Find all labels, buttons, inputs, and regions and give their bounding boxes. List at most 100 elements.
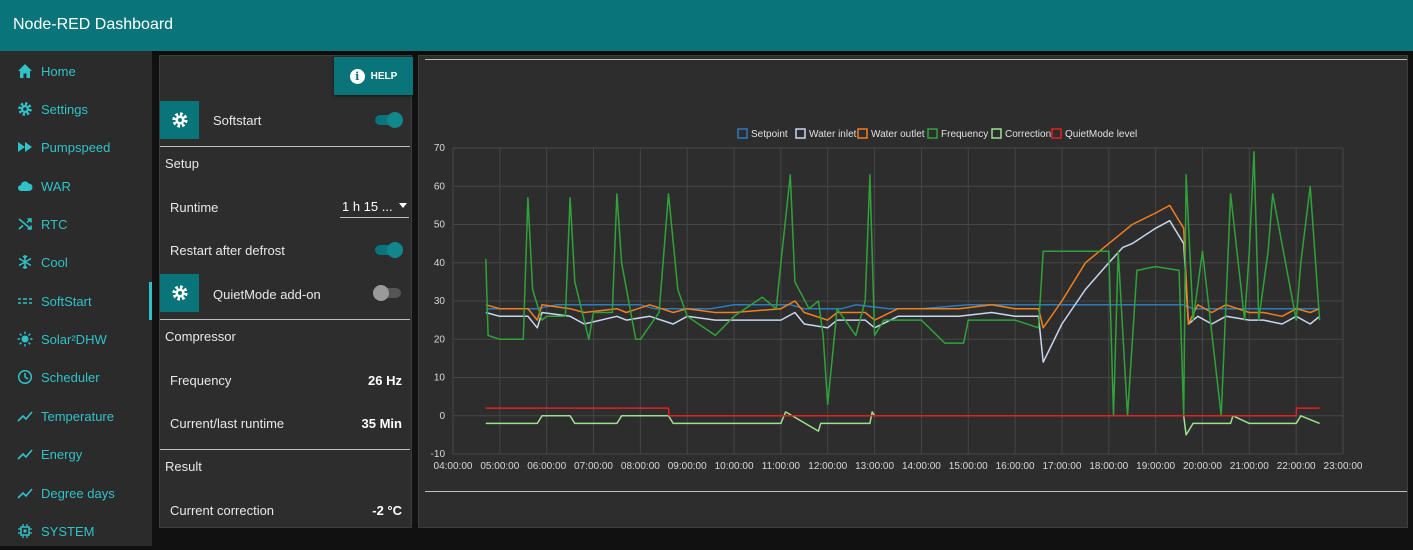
legend-swatch xyxy=(927,128,938,139)
top-bar: Node-RED Dashboard xyxy=(0,0,1413,51)
snowflake-icon xyxy=(16,253,34,271)
sidebar-item-label: Home xyxy=(41,63,76,79)
x-tick-label: 15:00:00 xyxy=(949,461,988,472)
sidebar-item-label: Pumpspeed xyxy=(41,139,111,155)
y-tick-label: 30 xyxy=(434,296,446,307)
x-tick-label: 21:00:00 xyxy=(1230,461,1269,472)
result-heading: Result xyxy=(165,459,202,474)
x-tick-label: 10:00:00 xyxy=(715,461,754,472)
x-tick-label: 09:00:00 xyxy=(668,461,707,472)
quietmode-settings-button[interactable] xyxy=(160,274,199,312)
shuffle-icon xyxy=(16,215,34,233)
x-tick-label: 11:00:00 xyxy=(762,461,801,472)
runtime-select[interactable]: 1 h 15 ... xyxy=(340,198,409,218)
divider xyxy=(425,59,1407,60)
sidebar-item-softstart[interactable]: SoftStart xyxy=(0,282,152,320)
softstart-panel: i HELP Softstart Setup Runtime 1 h 15 ..… xyxy=(159,55,413,528)
legend-swatch xyxy=(1051,128,1062,139)
legend-swatch xyxy=(795,128,806,139)
legend-label: Setpoint xyxy=(751,129,788,140)
x-tick-label: 20:00:00 xyxy=(1183,461,1222,472)
x-tick-label: 19:00:00 xyxy=(1136,461,1175,472)
sidebar-item-label: SoftStart xyxy=(41,293,92,309)
sidebar-item-scheduler[interactable]: Scheduler xyxy=(0,358,152,396)
x-tick-label: 05:00:00 xyxy=(480,461,519,472)
chip-icon xyxy=(16,522,34,540)
x-tick-label: 17:00:00 xyxy=(1042,461,1081,472)
x-tick-label: 12:00:00 xyxy=(808,461,847,472)
x-tick-label: 04:00:00 xyxy=(434,461,473,472)
sidebar-item-label: Temperature xyxy=(41,408,114,424)
legend-swatch xyxy=(857,128,868,139)
legend-label: Frequency xyxy=(941,129,988,140)
sidebar-item-solar-dhw[interactable]: Solar²DHW xyxy=(0,320,152,358)
series-line-water-inlet xyxy=(485,219,1321,363)
series-line-quietmode-level xyxy=(485,407,1320,417)
sidebar-item-system[interactable]: SYSTEM xyxy=(0,512,152,550)
x-tick-label: 16:00:00 xyxy=(996,461,1035,472)
gear-icon xyxy=(171,112,188,128)
sidebar-item-rtc[interactable]: RTC xyxy=(0,205,152,243)
current-correction-value: -2 °C xyxy=(372,503,402,518)
softstart-label: Softstart xyxy=(213,113,262,128)
divider xyxy=(160,449,410,450)
sidebar-item-settings[interactable]: Settings xyxy=(0,90,152,128)
sidebar-item-cool[interactable]: Cool xyxy=(0,243,152,281)
home-icon xyxy=(16,62,34,80)
sun-icon xyxy=(16,330,34,348)
legend-label: Water outlet xyxy=(871,129,925,140)
y-tick-label: 60 xyxy=(434,181,446,192)
sidebar: Home Settings Pumpspeed WAR RTC Cool Sof… xyxy=(0,51,152,546)
help-button[interactable]: i HELP xyxy=(334,57,413,95)
quietmode-toggle[interactable] xyxy=(373,285,403,301)
y-tick-label: 40 xyxy=(434,258,446,269)
softstart-toggle[interactable] xyxy=(373,112,403,128)
y-tick-label: 50 xyxy=(434,220,446,231)
sidebar-item-label: RTC xyxy=(41,216,68,232)
x-tick-label: 08:00:00 xyxy=(621,461,660,472)
current-last-runtime-label: Current/last runtime xyxy=(170,416,285,431)
line-chart: -10 0 10 20 30 40 50 60 70 04:00:00 05:00:00 06:00:… xyxy=(431,128,1363,472)
frequency-label: Frequency xyxy=(170,373,232,388)
x-tick-label: 07:00:00 xyxy=(574,461,613,472)
gear-icon xyxy=(171,285,188,301)
legend-label: Water inlet xyxy=(809,129,857,140)
divider xyxy=(425,491,1407,492)
info-icon: i xyxy=(349,68,365,84)
sidebar-item-temperature[interactable]: Temperature xyxy=(0,397,152,435)
sidebar-item-label: WAR xyxy=(41,178,71,194)
y-tick-label: -10 xyxy=(431,449,446,460)
sidebar-item-label: Settings xyxy=(41,101,88,117)
sidebar-item-home[interactable]: Home xyxy=(0,52,152,90)
sidebar-item-war[interactable]: WAR xyxy=(0,167,152,205)
x-tick-label: 06:00:00 xyxy=(527,461,566,472)
clock-icon xyxy=(16,368,34,386)
trend-icon xyxy=(16,445,34,463)
fast-forward-icon xyxy=(16,138,34,156)
quietmode-label: QuietMode add-on xyxy=(213,287,321,302)
x-tick-label: 13:00:00 xyxy=(855,461,894,472)
legend-swatch xyxy=(991,128,1002,139)
restart-after-defrost-toggle[interactable] xyxy=(373,242,403,258)
divider xyxy=(160,146,410,147)
compressor-heading: Compressor xyxy=(165,329,236,344)
chart-panel: -10 0 10 20 30 40 50 60 70 04:00:00 05:00:00 06:00:… xyxy=(418,55,1408,528)
legend-swatch xyxy=(737,128,748,139)
y-tick-label: 10 xyxy=(434,373,446,384)
legend-label: QuietMode level xyxy=(1065,129,1137,140)
sidebar-item-degree-days[interactable]: Degree days xyxy=(0,474,152,512)
current-correction-label: Current correction xyxy=(170,503,275,518)
x-tick-label: 23:00:00 xyxy=(1324,461,1363,472)
current-last-runtime-value: 35 Min xyxy=(361,416,402,431)
softstart-settings-button[interactable] xyxy=(160,101,199,139)
restart-after-defrost-label: Restart after defrost xyxy=(170,243,285,258)
sidebar-item-energy[interactable]: Energy xyxy=(0,435,152,473)
sidebar-item-label: Degree days xyxy=(41,485,115,501)
dashes-icon xyxy=(16,292,34,310)
legend-label: Correction xyxy=(1005,129,1051,140)
series-line-frequency xyxy=(485,151,1321,417)
sidebar-item-pumpspeed[interactable]: Pumpspeed xyxy=(0,128,152,166)
trend-icon xyxy=(16,484,34,502)
frequency-value: 26 Hz xyxy=(368,373,402,388)
help-label: HELP xyxy=(370,70,398,82)
